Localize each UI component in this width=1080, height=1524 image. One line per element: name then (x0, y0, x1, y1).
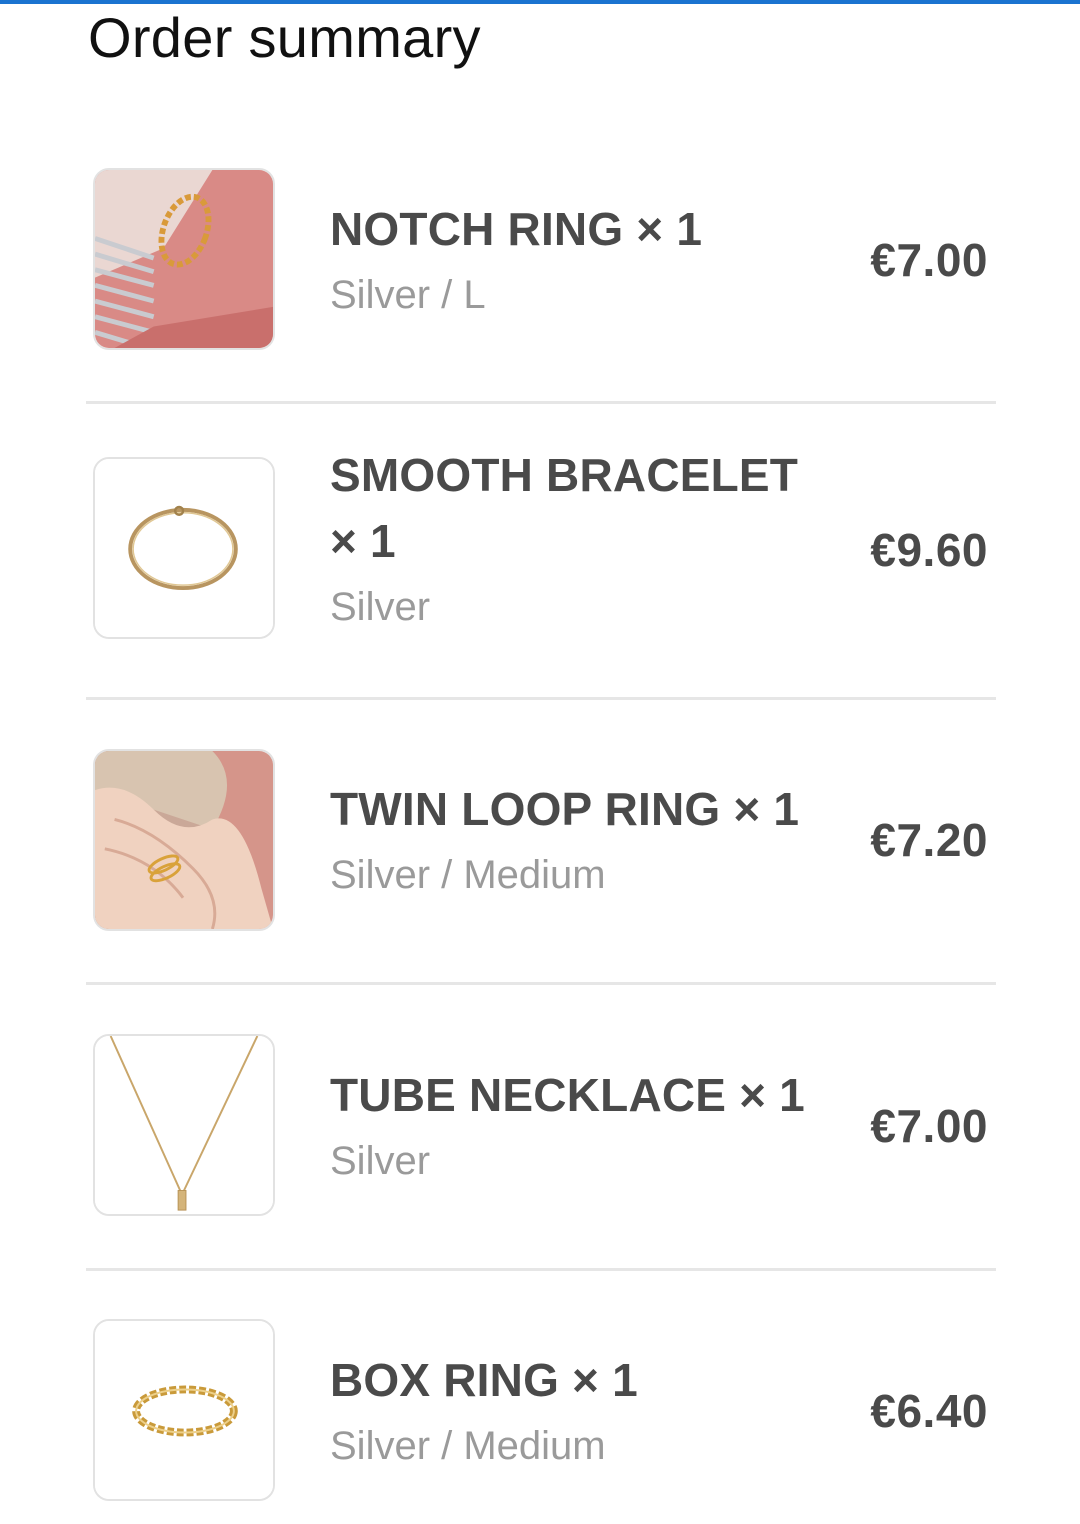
item-details: TWIN LOOP RING × 1 Silver / Medium (330, 776, 830, 906)
box-ring-photo-icon (95, 1321, 273, 1499)
item-variant: Silver / Medium (330, 1424, 606, 1468)
twin-loop-ring-image (93, 749, 275, 931)
smooth-bracelet-photo-icon (95, 459, 273, 637)
tube-necklace-image (93, 1034, 275, 1216)
item-price: €6.40 (870, 1385, 988, 1437)
twin-loop-ring-photo-icon (95, 751, 273, 929)
item-variant: Silver / Medium (330, 853, 606, 897)
order-item[interactable]: NOTCH RING × 1 Silver / L €7.00 (86, 118, 996, 404)
item-details: TUBE NECKLACE × 1 Silver (330, 1062, 830, 1192)
page-title: Order summary (88, 6, 481, 69)
smooth-bracelet-image (93, 457, 275, 639)
item-name: BOX RING × 1 (330, 1354, 638, 1406)
order-item[interactable]: SMOOTH BRACELET × 1 Silver €9.60 (86, 404, 996, 700)
item-details: BOX RING × 1 Silver / Medium (330, 1347, 830, 1477)
order-item[interactable]: TWIN LOOP RING × 1 Silver / Medium €7.20 (86, 700, 996, 985)
item-name: TUBE NECKLACE × 1 (330, 1069, 805, 1121)
item-details: NOTCH RING × 1 Silver / L (330, 196, 830, 326)
order-items-list: NOTCH RING × 1 Silver / L €7.00 SMOOTH B… (86, 118, 996, 1524)
order-item[interactable]: BOX RING × 1 Silver / Medium €6.40 (86, 1271, 996, 1524)
box-ring-image (93, 1319, 275, 1501)
order-item[interactable]: TUBE NECKLACE × 1 Silver €7.00 (86, 985, 996, 1271)
item-variant: Silver / L (330, 273, 486, 317)
item-price: €7.20 (870, 814, 988, 866)
notch-ring-image (93, 168, 275, 350)
item-price: €7.00 (870, 1100, 988, 1152)
item-name: NOTCH RING × 1 (330, 203, 703, 255)
item-name: TWIN LOOP RING × 1 (330, 783, 800, 835)
item-variant: Silver (330, 585, 431, 629)
item-price: €7.00 (870, 234, 988, 286)
item-details: SMOOTH BRACELET × 1 Silver (330, 442, 830, 638)
tube-necklace-photo-icon (95, 1036, 273, 1214)
notch-ring-photo-icon (95, 170, 273, 348)
item-name: SMOOTH BRACELET × 1 (330, 449, 799, 567)
item-price: €9.60 (870, 524, 988, 576)
item-variant: Silver (330, 1139, 431, 1183)
order-summary-page: Order summary NOTCH RING × 1 Silver / L … (0, 0, 1080, 1524)
